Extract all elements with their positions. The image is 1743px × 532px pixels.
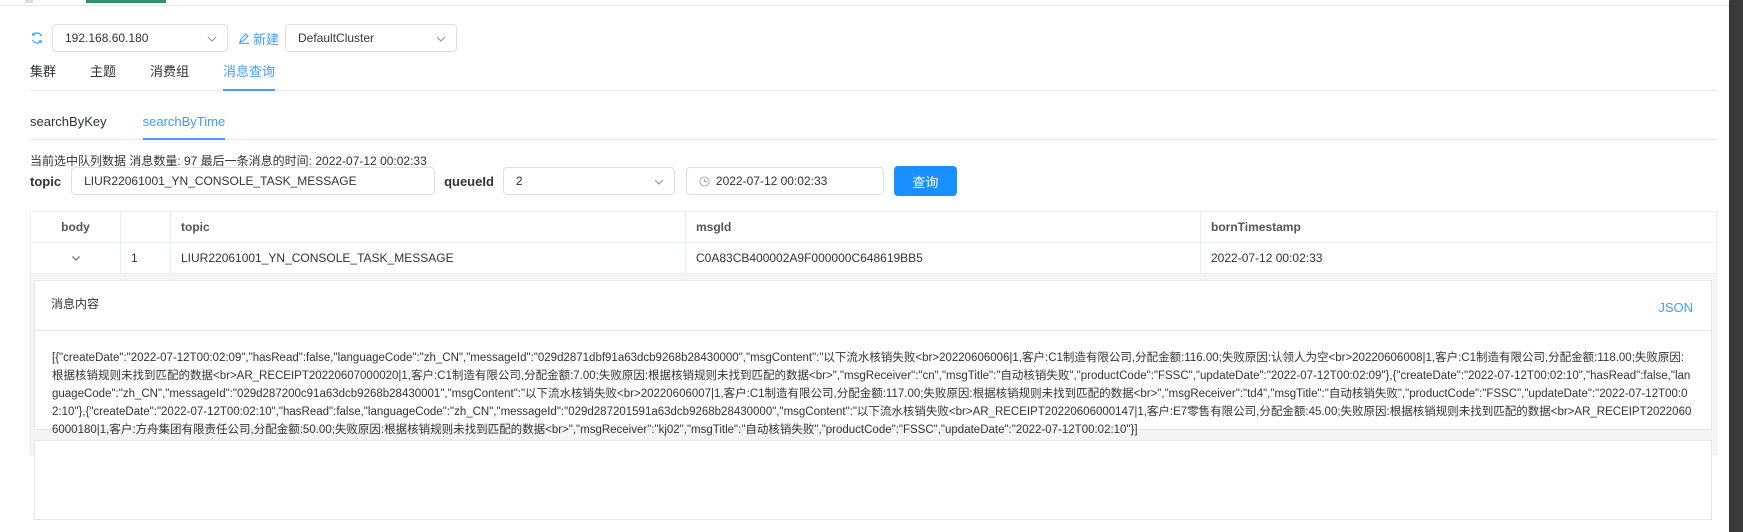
queue-id-label: queueId <box>444 173 494 189</box>
right-edge-panel <box>1729 0 1743 532</box>
chevron-down-icon <box>207 33 217 43</box>
top-tab-indicator <box>25 0 33 3</box>
cluster-select[interactable]: DefaultCluster <box>285 24 458 52</box>
message-content-body: [{"createDate":"2022-07-12T00:02:09","ha… <box>52 352 1692 436</box>
row-msgid: C0A83CB400002A9F000000C648619BB5 <box>686 243 1201 273</box>
cluster-select-value: DefaultCluster <box>298 31 375 45</box>
search-form: topic LIUR22061001_YN_CONSOLE_TASK_MESSA… <box>30 166 957 196</box>
column-header-body: body <box>31 212 121 242</box>
top-tab-indicator-active <box>86 0 166 3</box>
chevron-down-icon <box>70 252 82 264</box>
edit-icon <box>239 33 249 44</box>
server-select[interactable]: 192.168.60.180 <box>52 24 228 52</box>
toolbar: 192.168.60.180 新建 DefaultCluster <box>30 24 458 52</box>
query-button[interactable]: 查询 <box>893 166 957 196</box>
row-index: 1 <box>121 243 171 273</box>
refresh-icon[interactable] <box>30 31 44 45</box>
topic-input-value: LIUR22061001_YN_CONSOLE_TASK_MESSAGE <box>84 174 357 188</box>
clock-icon <box>699 175 710 187</box>
search-tabs: searchByKey searchByTime <box>30 114 1717 140</box>
column-header-msgid: msgId <box>686 212 1201 242</box>
json-link[interactable]: JSON <box>1658 300 1693 315</box>
topic-input[interactable]: LIUR22061001_YN_CONSOLE_TASK_MESSAGE <box>71 167 436 195</box>
tab-search-by-key[interactable]: searchByKey <box>30 114 107 140</box>
row-expand-toggle[interactable] <box>31 243 121 273</box>
main-nav: 集群 主题 消费组 消息查询 <box>30 64 1717 91</box>
table-header: body topic msgId bornTimestamp <box>31 212 1716 243</box>
new-button-label: 新建 <box>253 31 280 47</box>
time-picker-value: 2022-07-12 00:02:33 <box>715 174 828 188</box>
nav-item-message-query[interactable]: 消息查询 <box>223 64 276 91</box>
row-topic: LIUR22061001_YN_CONSOLE_TASK_MESSAGE <box>171 243 686 273</box>
table-row[interactable]: 1 LIUR22061001_YN_CONSOLE_TASK_MESSAGE C… <box>31 243 1716 274</box>
chevron-down-icon <box>654 176 664 186</box>
message-content-title: 消息内容 <box>51 297 100 311</box>
tab-search-by-time[interactable]: searchByTime <box>142 114 226 140</box>
row-expanded-panel: 消息内容 JSON [{"createDate":"2022-07-12T00:… <box>31 274 1716 520</box>
secondary-card <box>34 440 1712 520</box>
nav-item-topic[interactable]: 主题 <box>90 64 116 91</box>
server-select-value: 192.168.60.180 <box>65 31 149 45</box>
message-content-header: 消息内容 JSON <box>35 281 1711 331</box>
chevron-down-icon <box>436 33 446 43</box>
message-content-card: 消息内容 JSON [{"createDate":"2022-07-12T00:… <box>34 280 1712 436</box>
column-header-index <box>121 212 171 242</box>
queue-id-select-value: 2 <box>515 174 523 188</box>
time-picker[interactable]: 2022-07-12 00:02:33 <box>685 167 884 195</box>
message-table: body topic msgId bornTimestamp 1 LIUR220… <box>30 211 1717 520</box>
top-bar <box>0 0 1743 6</box>
column-header-born-timestamp: bornTimestamp <box>1211 220 1301 234</box>
nav-item-consumer-group[interactable]: 消费组 <box>150 64 189 91</box>
nav-item-cluster[interactable]: 集群 <box>30 64 56 91</box>
queue-id-select[interactable]: 2 <box>502 167 675 195</box>
column-header-topic: topic <box>171 212 686 242</box>
row-born-timestamp: 2022-07-12 00:02:33 <box>1211 251 1323 265</box>
topic-label: topic <box>30 173 62 189</box>
new-button[interactable]: 新建 <box>238 29 279 48</box>
